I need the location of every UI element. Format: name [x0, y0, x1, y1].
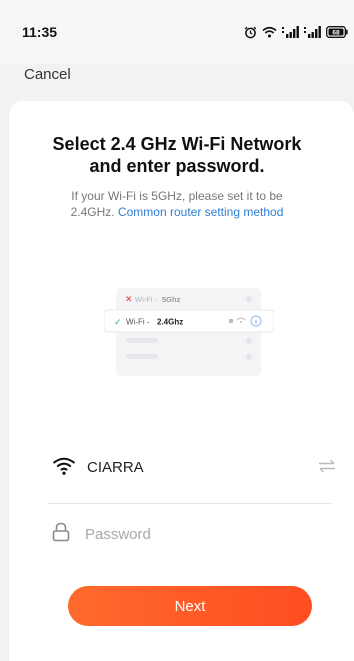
next-button[interactable]: Next: [68, 586, 312, 626]
battery-icon: 68: [326, 26, 348, 38]
wifi-band-illustration: ✕ Wi-Fi - 5Ghz ✓ Wi-Fi - 2.4Ghz: [104, 288, 274, 376]
illus-lock-icon: [229, 319, 233, 323]
cancel-button[interactable]: Cancel: [24, 66, 71, 83]
illus-row2-band: 2.4Ghz: [157, 318, 183, 327]
signal-icon-2: [304, 26, 321, 38]
field-divider: [48, 503, 332, 504]
router-setting-link[interactable]: Common router setting method: [118, 205, 283, 219]
subtitle-prefix: 2.4GHz.: [70, 205, 115, 219]
wifi-status-icon: [262, 26, 277, 38]
battery-level: 68: [332, 29, 340, 36]
subtitle-line-1: If your Wi-Fi is 5GHz, please set it to …: [71, 189, 283, 203]
password-row: [48, 516, 338, 552]
signal-icon-1: [282, 26, 299, 38]
wifi-ssid: CIARRA: [87, 459, 144, 476]
wifi-icon: [52, 457, 76, 475]
password-field[interactable]: [83, 520, 327, 548]
illus-row2-prefix: Wi-Fi -: [126, 318, 150, 327]
status-bar: 11:35 68: [0, 0, 354, 64]
alarm-icon: [244, 26, 257, 38]
cross-icon: ✕: [125, 294, 133, 304]
wifi-network-row[interactable]: CIARRA: [48, 450, 338, 486]
illus-row1-band: 5Ghz: [162, 295, 181, 304]
status-time: 11:35: [22, 24, 58, 40]
page-title: Select 2.4 GHz Wi-Fi Network and enter p…: [0, 133, 354, 177]
title-line-2: and enter password.: [89, 156, 265, 176]
instruction-text: If your Wi-Fi is 5GHz, please set it to …: [0, 188, 354, 220]
status-icons: 68: [244, 23, 348, 41]
check-icon: ✓: [114, 317, 122, 327]
lock-icon: [52, 522, 70, 542]
title-line-1: Select 2.4 GHz Wi-Fi Network: [52, 134, 302, 154]
illus-row1-prefix: Wi-Fi -: [135, 295, 158, 304]
content-card: [9, 101, 354, 661]
switch-network-icon[interactable]: [318, 459, 336, 473]
